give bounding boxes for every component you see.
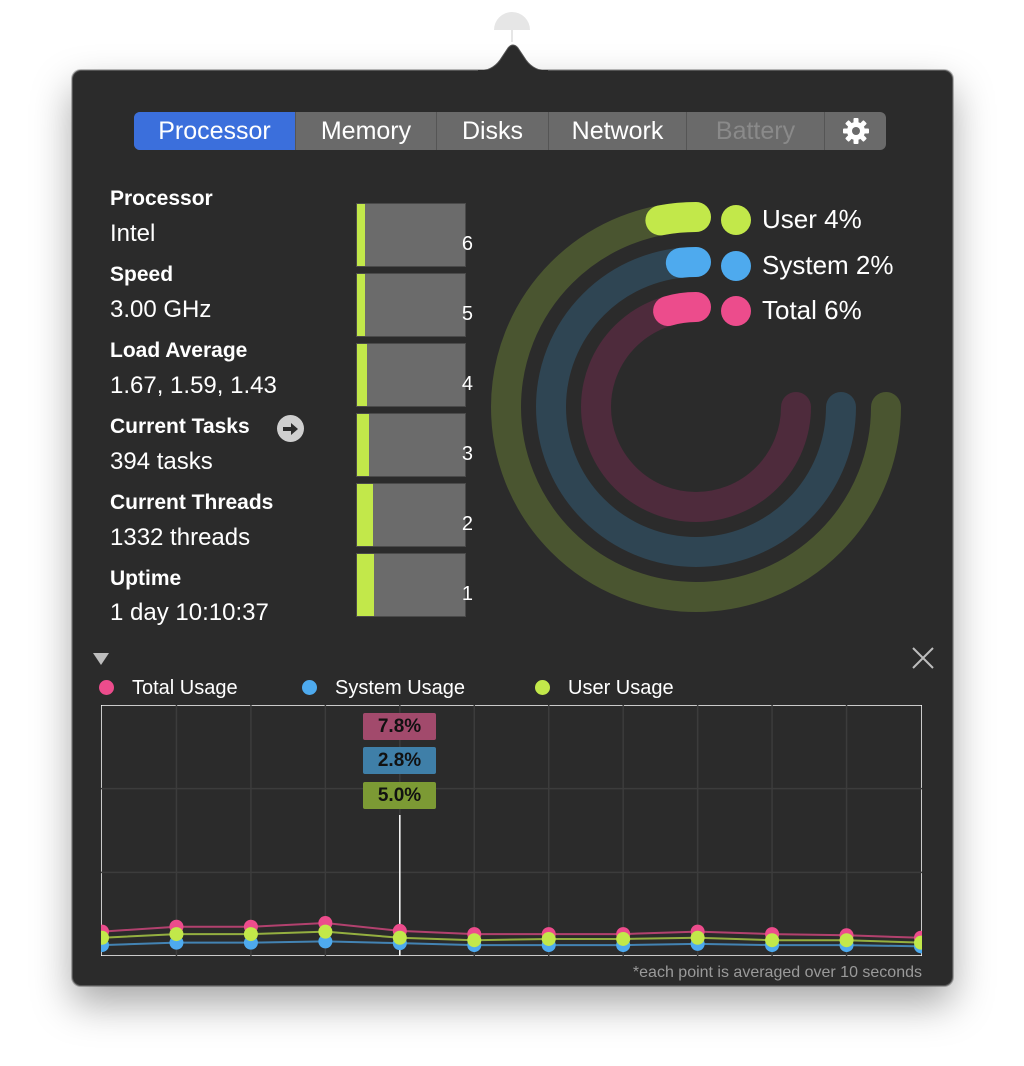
series-point	[765, 933, 780, 948]
series-point	[839, 933, 854, 948]
user-legend-dot	[721, 205, 751, 235]
uptime-value: 1 day 10:10:37	[110, 599, 269, 626]
core-number: 3	[461, 443, 473, 465]
core-usage-fill	[357, 344, 367, 406]
settings-button[interactable]	[825, 112, 886, 150]
system-legend-dot	[721, 251, 751, 281]
total-usage-legend-dot	[99, 680, 114, 695]
current-tasks-label: Current Tasks	[110, 415, 250, 438]
tooltip-total: 7.8%	[363, 713, 436, 740]
series-point	[392, 930, 407, 945]
series-point	[690, 930, 705, 945]
popover-arrow	[478, 44, 548, 72]
user-usage-legend-dot	[535, 680, 550, 695]
arrow-right-icon	[283, 422, 298, 435]
collapse-triangle-icon[interactable]	[92, 652, 110, 666]
menubar-app-icon[interactable]	[491, 6, 533, 42]
section-tabs: Processor Memory Disks Network Battery	[134, 112, 886, 150]
usage-history-graph[interactable]	[101, 705, 922, 956]
averaging-footnote: *each point is averaged over 10 seconds	[632, 964, 922, 981]
processor-value: Intel	[110, 220, 156, 247]
core-number: 1	[461, 583, 473, 605]
tab-network[interactable]: Network	[549, 112, 687, 150]
tab-battery[interactable]: Battery	[687, 112, 825, 150]
processor-label: Processor	[110, 187, 213, 210]
core-usage-fill	[357, 414, 369, 476]
core-bar: 1	[356, 553, 473, 617]
core-usage-fill	[357, 554, 375, 616]
gear-icon	[842, 118, 869, 144]
core-bar: 2	[356, 483, 473, 547]
current-threads-label: Current Threads	[110, 491, 274, 514]
series-point	[318, 924, 333, 939]
total-usage-legend-label: Total Usage	[132, 677, 238, 699]
system-legend-label: System 2%	[762, 250, 894, 280]
tooltip-user: 5.0%	[363, 782, 436, 809]
uptime-label: Uptime	[110, 567, 182, 590]
show-tasks-button[interactable]	[277, 415, 304, 442]
total-legend-dot	[721, 296, 751, 326]
system-usage-legend-dot	[302, 680, 317, 695]
load-average-value: 1.67, 1.59, 1.43	[110, 372, 277, 399]
total-ring-progress	[653, 292, 711, 326]
current-tasks-value: 394 tasks	[110, 448, 213, 475]
tab-processor[interactable]: Processor	[134, 112, 296, 150]
user-usage-legend-label: User Usage	[568, 677, 674, 699]
core-number: 4	[461, 373, 473, 395]
total-ring-track	[581, 292, 811, 522]
speed-label: Speed	[110, 263, 174, 286]
core-bar: 4	[356, 343, 473, 407]
core-number: 6	[461, 233, 473, 255]
close-icon[interactable]	[910, 645, 936, 671]
series-point	[541, 931, 556, 946]
series-point	[616, 931, 631, 946]
tab-disks[interactable]: Disks	[437, 112, 549, 150]
series-point	[169, 927, 184, 942]
user-ring-progress	[645, 202, 711, 236]
core-usage-fill	[357, 274, 365, 336]
core-bar: 6	[356, 203, 473, 267]
core-number: 2	[461, 513, 473, 535]
core-bar: 3	[356, 413, 473, 477]
core-usage-fill	[357, 484, 374, 546]
series-point	[467, 933, 482, 948]
system-usage-legend-label: System Usage	[335, 677, 466, 699]
core-bar: 5	[356, 273, 473, 337]
core-usage-fill	[357, 204, 365, 266]
core-number: 5	[461, 303, 473, 325]
total-legend-label: Total 6%	[762, 295, 862, 325]
tooltip-system: 2.8%	[363, 747, 436, 774]
speed-value: 3.00 GHz	[110, 296, 212, 323]
current-threads-value: 1332 threads	[110, 524, 251, 551]
tab-memory[interactable]: Memory	[296, 112, 437, 150]
user-legend-label: User 4%	[762, 204, 862, 234]
system-ring-progress	[665, 247, 711, 278]
load-average-label: Load Average	[110, 339, 248, 362]
series-point	[243, 927, 258, 942]
graph-frame	[101, 705, 922, 956]
